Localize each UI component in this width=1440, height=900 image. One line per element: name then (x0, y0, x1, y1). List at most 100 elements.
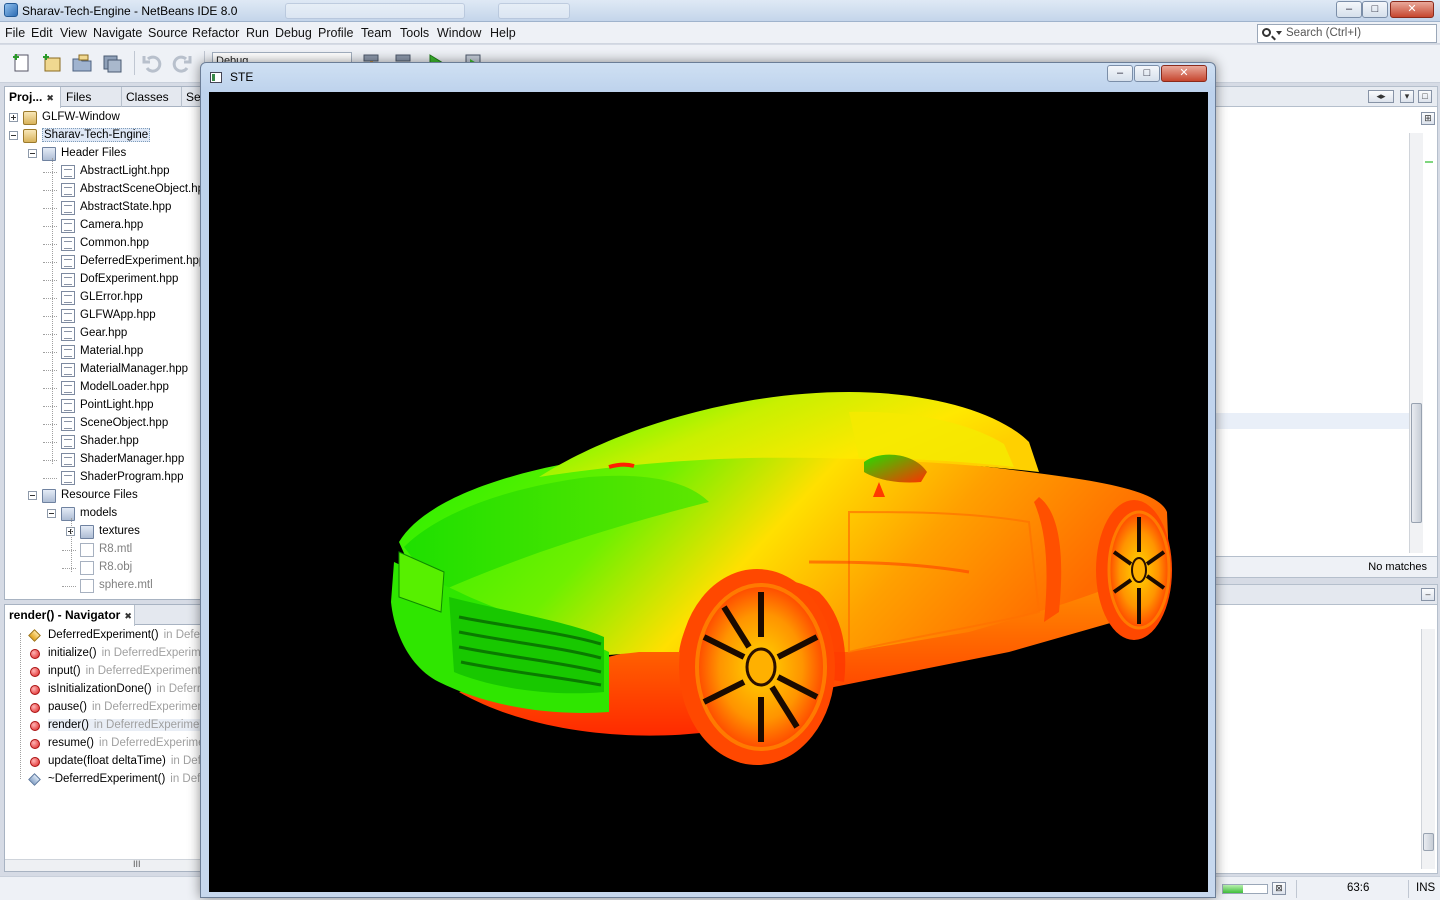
tree-item-label: Shader.hpp (80, 435, 139, 447)
tab-navigator[interactable]: render() - Navigator ✖ (5, 605, 135, 626)
menu-tools[interactable]: Tools (400, 26, 429, 40)
quick-search-input[interactable]: Search (Ctrl+I) (1257, 24, 1437, 43)
navigator-item[interactable]: isInitializationDone()in DeferredExperim… (5, 681, 272, 699)
tree-item[interactable]: Camera.hpp (5, 217, 201, 235)
show-opened-documents-icon[interactable]: ▾ (1400, 90, 1414, 103)
tree-item[interactable]: ModelLoader.hpp (5, 379, 201, 397)
tab-projects[interactable]: Proj... ✖ (5, 87, 61, 108)
insert-mode: INS (1416, 882, 1436, 894)
split-editor-icon[interactable]: ⊞ (1421, 112, 1435, 125)
navigator-item[interactable]: input() in DeferredExperiment (5, 663, 201, 681)
minimize-panel-icon[interactable]: – (1421, 588, 1435, 601)
tree-item[interactable]: R8.obj (5, 559, 201, 577)
maximize-editor-icon[interactable]: □ (1418, 90, 1432, 103)
tree-item[interactable]: DeferredExperiment.hpp (5, 253, 201, 271)
output-panel[interactable]: – (1212, 584, 1438, 874)
navigator-item[interactable]: ~DeferredExperiment()in DeferredExperime… (5, 771, 285, 789)
save-all-icon[interactable] (100, 51, 124, 75)
tree-item[interactable]: DofExperiment.hpp (5, 271, 201, 289)
tree-item[interactable]: AbstractState.hpp (5, 199, 201, 217)
navigator-item[interactable]: update(float deltaTime)in DeferredExperi… (5, 753, 286, 771)
tree-item[interactable]: Resource Files (5, 487, 201, 505)
tree-item[interactable]: models (5, 505, 201, 523)
navigator-item[interactable]: resume() in DeferredExperiment (5, 735, 214, 753)
menu-help[interactable]: Help (490, 26, 516, 40)
output-scroll-thumb[interactable] (1423, 833, 1434, 851)
ste-maximize-button[interactable]: □ (1134, 65, 1160, 82)
scroll-tabs-icon[interactable]: ◂▸ (1368, 90, 1394, 103)
menu-team[interactable]: Team (361, 26, 392, 40)
menu-navigate[interactable]: Navigate (93, 26, 142, 40)
tree-item[interactable]: Common.hpp (5, 235, 201, 253)
opengl-viewport[interactable] (209, 92, 1208, 892)
minimize-button[interactable]: – (1336, 1, 1362, 18)
tree-item[interactable]: AbstractLight.hpp (5, 163, 201, 181)
tree-item[interactable]: ShaderManager.hpp (5, 451, 201, 469)
menu-run[interactable]: Run (246, 26, 269, 40)
menu-refactor[interactable]: Refactor (192, 26, 239, 40)
output-vertical-scrollbar[interactable] (1421, 629, 1435, 869)
redo-icon[interactable] (170, 51, 194, 75)
maximize-button[interactable]: □ (1362, 1, 1388, 18)
tab-classes[interactable]: Classes (122, 87, 182, 107)
menu-source[interactable]: Source (148, 26, 188, 40)
rear-wheel (1096, 500, 1172, 640)
tree-item[interactable]: GLError.hpp (5, 289, 201, 307)
tree-item[interactable]: Material.hpp (5, 343, 201, 361)
collapse-icon[interactable] (47, 509, 56, 518)
navigator-item[interactable]: pause() in DeferredExperiment (5, 699, 207, 717)
ste-close-button[interactable]: ✕ (1161, 65, 1207, 82)
menu-file[interactable]: File (5, 26, 25, 40)
tree-connector (43, 298, 57, 299)
close-tab-icon[interactable]: ✖ (124, 611, 132, 621)
tree-item[interactable]: textures (5, 523, 201, 541)
tree-item[interactable]: AbstractSceneObject.hpp (5, 181, 201, 199)
open-project-icon[interactable] (70, 51, 94, 75)
navigator-item[interactable]: initialize() in DeferredExperiment (5, 645, 217, 663)
ste-minimize-button[interactable]: – (1107, 65, 1133, 82)
menu-profile[interactable]: Profile (318, 26, 353, 40)
navigator-horizontal-scrollbar[interactable]: III (5, 859, 201, 871)
tree-item[interactable]: Gear.hpp (5, 325, 201, 343)
menu-view[interactable]: View (60, 26, 87, 40)
new-project-icon[interactable] (40, 51, 64, 75)
tab-files[interactable]: Files (62, 87, 122, 107)
search-dropdown-icon[interactable] (1276, 31, 1282, 35)
editor-area[interactable]: ◂▸ ▾ □ ⊞ (1212, 86, 1438, 576)
tree-item[interactable]: SceneObject.hpp (5, 415, 201, 433)
tree-item[interactable]: GLFW-Window (5, 109, 201, 127)
menu-edit[interactable]: Edit (31, 26, 53, 40)
tree-item[interactable]: Sharav-Tech-Engine (5, 127, 201, 145)
tree-item[interactable]: sphere.mtl (5, 577, 201, 595)
collapse-icon[interactable] (28, 149, 37, 158)
editor-scroll-thumb[interactable] (1411, 403, 1422, 523)
tree-item[interactable]: ShaderProgram.hpp (5, 469, 201, 487)
editor-vertical-scrollbar[interactable] (1409, 133, 1423, 553)
tree-item-label: DeferredExperiment.hpp (80, 255, 201, 267)
navigator-item[interactable]: render() in DeferredExperiment (5, 717, 209, 735)
tree-item[interactable]: Shader.hpp (5, 433, 201, 451)
cancel-task-icon[interactable]: ⊠ (1272, 882, 1286, 895)
ste-render-window[interactable]: STE – □ ✕ (200, 62, 1216, 898)
collapse-icon[interactable] (9, 131, 18, 140)
close-button[interactable]: ✕ (1390, 1, 1434, 18)
background-task-progress[interactable] (1222, 884, 1268, 894)
tree-item[interactable]: MaterialManager.hpp (5, 361, 201, 379)
tree-item-label: Resource Files (61, 489, 138, 501)
close-tab-icon[interactable]: ✖ (46, 93, 54, 103)
project-icon (23, 111, 37, 125)
menu-window[interactable]: Window (437, 26, 481, 40)
undo-icon[interactable] (140, 51, 164, 75)
tree-item[interactable]: GLFWApp.hpp (5, 307, 201, 325)
new-file-icon[interactable] (10, 51, 34, 75)
tree-item[interactable]: PointLight.hpp (5, 397, 201, 415)
tree-item[interactable]: R8.mtl (5, 541, 201, 559)
main-window-titlebar[interactable]: Sharav-Tech-Engine - NetBeans IDE 8.0 – … (0, 0, 1440, 22)
collapse-icon[interactable] (28, 491, 37, 500)
menu-debug[interactable]: Debug (275, 26, 312, 40)
folder-icon (42, 147, 56, 161)
error-stripe-marker[interactable] (1425, 161, 1433, 163)
tree-item[interactable]: Header Files (5, 145, 201, 163)
navigator-item[interactable]: DeferredExperiment()in DeferredExperimen… (5, 627, 279, 645)
expand-icon[interactable] (9, 113, 18, 122)
